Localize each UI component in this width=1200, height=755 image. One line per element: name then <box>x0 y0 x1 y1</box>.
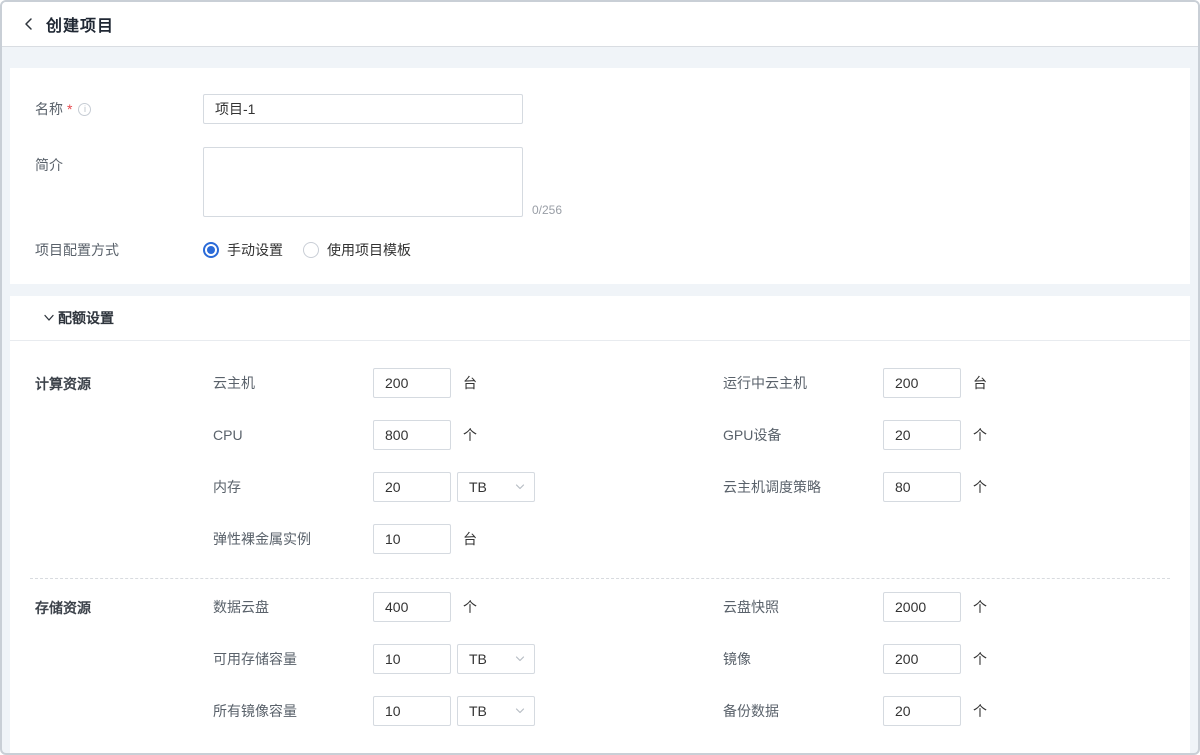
char-counter: 0/256 <box>532 203 562 217</box>
running-vm-quota-field: 运行中云主机 台 <box>723 368 1165 398</box>
storage-quota-grid: 数据云盘 个 云盘快照 个 可用存储容量 TB <box>213 592 1165 726</box>
selected-unit: TB <box>469 479 487 495</box>
field-label: CPU <box>213 427 373 443</box>
unit-label: 个 <box>973 649 987 669</box>
storage-capacity-input[interactable] <box>373 644 451 674</box>
unit-label: 个 <box>973 701 987 721</box>
config-mode-row: 项目配置方式 手动设置 使用项目模板 <box>35 240 1165 260</box>
radio-option-template[interactable]: 使用项目模板 <box>303 240 411 260</box>
backup-data-input[interactable] <box>883 696 961 726</box>
disk-snapshot-quota-field: 云盘快照 个 <box>723 592 1165 622</box>
cpu-quota-field: CPU 个 <box>213 420 723 450</box>
field-label: 云主机调度策略 <box>723 477 883 497</box>
selected-unit: TB <box>469 703 487 719</box>
image-quota-field: 镜像 个 <box>723 644 1165 674</box>
image-capacity-input[interactable] <box>373 696 451 726</box>
quota-section-header[interactable]: 配额设置 <box>10 296 1190 341</box>
quota-section-title: 配额设置 <box>58 308 114 328</box>
field-label: GPU设备 <box>723 425 883 445</box>
intro-label: 简介 <box>35 147 203 175</box>
unit-label: 台 <box>973 373 987 393</box>
name-label: 名称 * <box>35 99 203 119</box>
config-mode-label: 项目配置方式 <box>35 240 203 260</box>
field-label: 云盘快照 <box>723 597 883 617</box>
cpu-input[interactable] <box>373 420 451 450</box>
config-mode-radio-group: 手动设置 使用项目模板 <box>203 240 431 260</box>
basic-info-card: 名称 * 简介 0/256 项目配置方式 手动设置 使用项目模板 <box>10 68 1190 284</box>
data-disk-quota-field: 数据云盘 个 <box>213 592 723 622</box>
page-title: 创建项目 <box>46 12 114 36</box>
storage-resources-group: 存储资源 数据云盘 个 云盘快照 个 可用存储容量 TB <box>10 579 1190 744</box>
compute-quota-grid: 云主机 台 运行中云主机 台 CPU 个 GPU设备 个 <box>213 368 1165 554</box>
chevron-down-icon <box>515 482 525 492</box>
back-button[interactable] <box>22 17 36 31</box>
unit-label: 个 <box>463 425 477 445</box>
storage-capacity-unit-select[interactable]: TB <box>457 644 535 674</box>
bare-metal-quota-field: 弹性裸金属实例 台 <box>213 524 723 554</box>
gpu-device-quota-field: GPU设备 个 <box>723 420 1165 450</box>
data-disk-input[interactable] <box>373 592 451 622</box>
field-label: 弹性裸金属实例 <box>213 529 373 549</box>
vm-input[interactable] <box>373 368 451 398</box>
unit-label: 台 <box>463 529 477 549</box>
chevron-left-icon <box>22 17 36 31</box>
image-capacity-quota-field: 所有镜像容量 TB <box>213 696 723 726</box>
unit-label: 个 <box>973 597 987 617</box>
intro-field-row: 简介 0/256 <box>35 147 1165 217</box>
unit-label: 个 <box>973 425 987 445</box>
storage-group-label: 存储资源 <box>35 592 213 726</box>
running-vm-input[interactable] <box>883 368 961 398</box>
field-label: 运行中云主机 <box>723 373 883 393</box>
quota-card: 配额设置 计算资源 云主机 台 运行中云主机 台 CPU 个 <box>10 296 1190 753</box>
info-icon[interactable] <box>78 103 91 116</box>
radio-unselected-icon <box>303 242 319 258</box>
project-intro-textarea[interactable] <box>203 147 523 217</box>
field-label: 数据云盘 <box>213 597 373 617</box>
compute-resources-group: 计算资源 云主机 台 运行中云主机 台 CPU 个 <box>10 341 1190 578</box>
radio-label: 手动设置 <box>227 240 283 260</box>
selected-unit: TB <box>469 651 487 667</box>
background-band <box>2 284 1198 296</box>
unit-label: 个 <box>463 597 477 617</box>
image-capacity-unit-select[interactable]: TB <box>457 696 535 726</box>
field-label: 镜像 <box>723 649 883 669</box>
field-label: 所有镜像容量 <box>213 701 373 721</box>
create-project-page: 创建项目 名称 * 简介 0/256 项目配置方式 手动设置 <box>0 0 1200 755</box>
disk-snapshot-input[interactable] <box>883 592 961 622</box>
radio-selected-icon <box>203 242 219 258</box>
scheduler-policy-input[interactable] <box>883 472 961 502</box>
field-label: 云主机 <box>213 373 373 393</box>
radio-label: 使用项目模板 <box>327 240 411 260</box>
field-label: 备份数据 <box>723 701 883 721</box>
radio-option-manual[interactable]: 手动设置 <box>203 240 283 260</box>
image-input[interactable] <box>883 644 961 674</box>
memory-unit-select[interactable]: TB <box>457 472 535 502</box>
background-band <box>2 47 1198 68</box>
field-label: 可用存储容量 <box>213 649 373 669</box>
gpu-device-input[interactable] <box>883 420 961 450</box>
required-asterisk: * <box>67 101 72 117</box>
page-header: 创建项目 <box>2 2 1198 47</box>
chevron-down-icon <box>515 654 525 664</box>
unit-label: 台 <box>463 373 477 393</box>
field-label: 内存 <box>213 477 373 497</box>
memory-input[interactable] <box>373 472 451 502</box>
vm-quota-field: 云主机 台 <box>213 368 723 398</box>
scheduler-policy-quota-field: 云主机调度策略 个 <box>723 472 1165 502</box>
name-field-row: 名称 * <box>35 94 1165 124</box>
backup-data-quota-field: 备份数据 个 <box>723 696 1165 726</box>
chevron-down-icon <box>43 312 55 324</box>
compute-group-label: 计算资源 <box>35 368 213 554</box>
project-name-input[interactable] <box>203 94 523 124</box>
memory-quota-field: 内存 TB <box>213 472 723 502</box>
chevron-down-icon <box>515 706 525 716</box>
bare-metal-input[interactable] <box>373 524 451 554</box>
unit-label: 个 <box>973 477 987 497</box>
storage-capacity-quota-field: 可用存储容量 TB <box>213 644 723 674</box>
